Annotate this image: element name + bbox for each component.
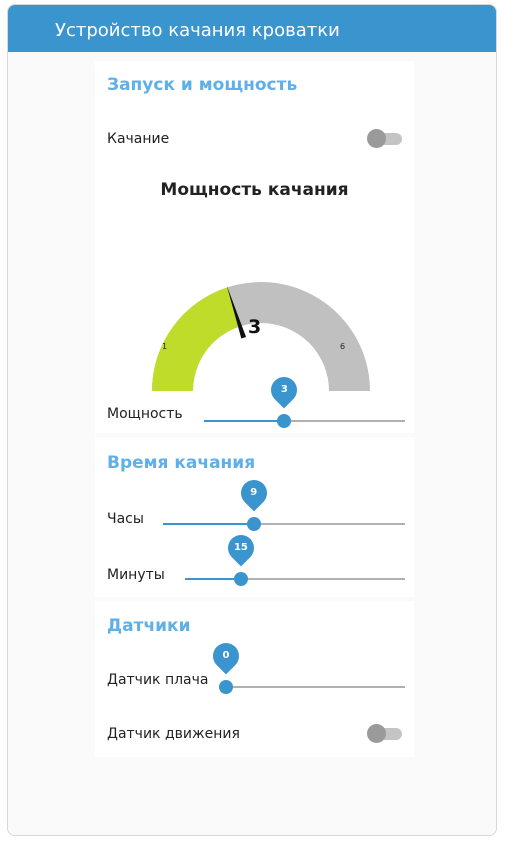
gauge-max-label: 6	[340, 342, 346, 351]
time-card: Время качания Часы 9 Минуты 15	[95, 437, 414, 597]
swing-toggle-knob	[367, 129, 386, 148]
dashboard-panel: Устройство качания кроватки Запуск и мощ…	[7, 4, 497, 836]
cry-sensor-label: Датчик плача	[107, 672, 209, 688]
minutes-slider-thumb[interactable]	[233, 572, 248, 586]
minutes-label: Минуты	[107, 567, 165, 583]
hours-label: Часы	[107, 511, 144, 527]
sensors-title: Датчики	[107, 616, 191, 636]
cry-sensor-slider-value: 0	[222, 650, 230, 661]
hours-slider-fill	[163, 523, 254, 525]
power-label: Мощность	[107, 406, 183, 422]
header-title: Устройство качания кроватки	[55, 20, 340, 41]
launch-power-title: Запуск и мощность	[107, 75, 298, 95]
minutes-slider-value: 15	[233, 542, 248, 553]
swing-label: Качание	[107, 131, 170, 147]
swing-toggle[interactable]	[367, 128, 403, 148]
sensors-card: Датчики Датчик плача 0 Датчик движения	[95, 601, 414, 757]
cry-sensor-slider-rail	[226, 686, 405, 688]
motion-sensor-toggle[interactable]	[367, 723, 403, 743]
hours-slider-value: 9	[250, 487, 258, 498]
hours-slider-thumb[interactable]	[246, 517, 261, 531]
gauge-fill	[152, 287, 240, 391]
launch-power-card: Запуск и мощность Качание Мощность качан…	[95, 61, 414, 433]
gauge-title: Мощность качания	[160, 180, 349, 200]
gauge-value: 3	[248, 316, 262, 338]
header: Устройство качания кроватки	[8, 5, 496, 52]
cry-sensor-slider[interactable]: 0	[207, 637, 405, 699]
power-slider-value: 3	[280, 384, 288, 395]
hours-slider[interactable]: 9	[163, 474, 405, 536]
minutes-slider[interactable]: 15	[185, 529, 405, 591]
power-gauge	[152, 282, 370, 391]
motion-toggle-knob	[367, 724, 386, 743]
time-title: Время качания	[107, 453, 256, 473]
power-slider-fill	[204, 420, 285, 422]
power-slider[interactable]: 3	[204, 371, 405, 433]
minutes-slider-fill	[185, 578, 241, 580]
cry-sensor-slider-thumb[interactable]	[219, 680, 233, 694]
motion-sensor-label: Датчик движения	[107, 726, 240, 742]
power-slider-thumb[interactable]	[277, 414, 292, 428]
gauge-min-label: 1	[162, 342, 168, 351]
